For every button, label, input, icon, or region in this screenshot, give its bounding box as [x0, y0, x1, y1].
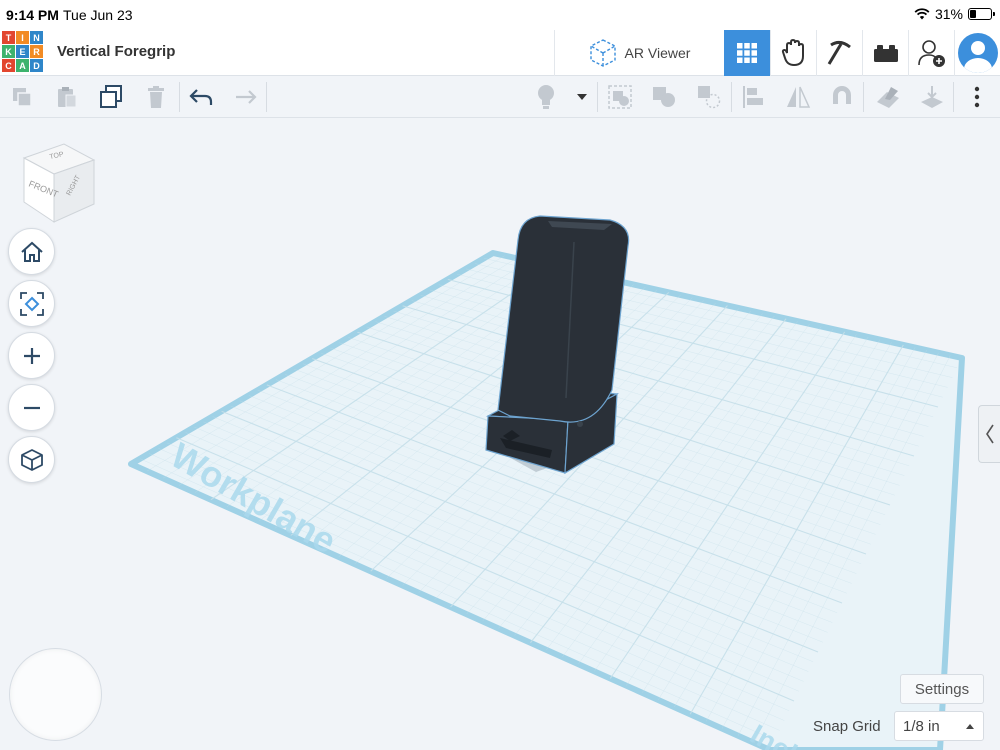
shapes-panel-toggle[interactable] — [978, 405, 1000, 463]
perspective-cube-icon — [20, 448, 43, 471]
trash-icon — [148, 86, 164, 108]
orbit-joystick[interactable] — [9, 648, 102, 741]
more-options-button[interactable] — [963, 83, 991, 111]
ar-cube-icon — [589, 39, 616, 67]
ungroup-button[interactable] — [650, 83, 678, 111]
battery-icon — [968, 8, 995, 20]
view-cube[interactable]: TOP FRONT RIGHT — [20, 140, 98, 224]
3d-design-view-button[interactable] — [724, 30, 770, 76]
pickaxe-icon — [827, 40, 851, 65]
logo-letter: E — [16, 45, 29, 58]
logo-letter: D — [30, 59, 43, 72]
3d-canvas[interactable]: Workplane Inch TOP FRONT RIGHT — [0, 118, 1000, 750]
align-icon — [743, 86, 763, 108]
status-time: 9:14 PM — [6, 7, 59, 23]
bricks-view-button[interactable] — [816, 30, 862, 76]
logo-letter: T — [2, 31, 15, 44]
logo-letter: R — [30, 45, 43, 58]
ruler-drop-icon — [921, 86, 943, 108]
settings-button[interactable]: Settings — [900, 674, 984, 704]
paste-icon — [58, 87, 77, 108]
cruise-button[interactable] — [828, 83, 856, 111]
snap-grid-value: 1/8 in — [903, 717, 940, 735]
undo-button[interactable] — [187, 83, 215, 111]
chevron-left-icon — [985, 424, 994, 444]
battery-percent: 31% — [934, 6, 963, 22]
delete-button[interactable] — [142, 83, 170, 111]
redo-button[interactable] — [231, 83, 259, 111]
logo-letter: K — [2, 45, 15, 58]
redo-icon — [236, 90, 257, 104]
tinkercad-logo[interactable]: TIN KER CAD — [2, 31, 43, 72]
logo-letter: N — [30, 31, 43, 44]
undo-icon — [189, 89, 213, 105]
caret-down-icon — [577, 94, 587, 100]
group-button[interactable] — [606, 83, 634, 111]
copy-button[interactable] — [8, 83, 36, 111]
zoom-out-button[interactable] — [8, 384, 55, 431]
scene: Workplane Inch — [128, 215, 965, 750]
projection-toggle-button[interactable] — [8, 436, 55, 483]
home-icon — [20, 241, 43, 262]
mirror-button[interactable] — [784, 83, 812, 111]
caret-up-icon — [966, 724, 974, 729]
duplicate-button[interactable] — [97, 83, 125, 111]
snap-grid-label: Snap Grid — [813, 718, 881, 735]
light-dropdown-button[interactable] — [568, 83, 596, 111]
status-date: Tue Jun 23 — [63, 7, 133, 23]
paste-button[interactable] — [53, 83, 81, 111]
invite-user-button[interactable] — [908, 30, 954, 76]
grid-icon — [737, 43, 757, 63]
align-button[interactable] — [740, 83, 768, 111]
ar-viewer-label: AR Viewer — [624, 45, 691, 61]
fit-view-button[interactable] — [8, 280, 55, 327]
edit-toolbar — [0, 76, 1000, 118]
status-right: 31% — [914, 6, 995, 22]
add-user-icon — [917, 40, 945, 67]
logo-letter: A — [16, 59, 29, 72]
wifi-icon — [914, 8, 930, 20]
duplicate-icon — [100, 85, 122, 108]
snap-grid-select[interactable]: 1/8 in — [894, 711, 984, 741]
ungroup-icon — [653, 87, 675, 107]
ruler-button[interactable] — [918, 83, 946, 111]
home-view-button[interactable] — [8, 228, 55, 275]
zoom-in-button[interactable] — [8, 332, 55, 379]
logo-letter: I — [16, 31, 29, 44]
status-bar: 9:14 PM Tue Jun 23 31% — [0, 0, 1000, 30]
logo-letter: C — [2, 59, 15, 72]
blocks-view-button[interactable] — [770, 30, 816, 76]
hand-icon — [781, 39, 804, 67]
hole-button[interactable] — [695, 83, 723, 111]
user-avatar-button[interactable] — [954, 30, 1000, 76]
mirror-icon — [787, 86, 811, 108]
avatar — [957, 33, 998, 73]
light-button[interactable] — [532, 83, 560, 111]
ar-viewer-button[interactable]: AR Viewer — [554, 30, 724, 76]
lightbulb-icon — [538, 85, 554, 109]
title-bar: TIN KER CAD Vertical Foregrip AR Viewer — [0, 30, 1000, 76]
plus-icon — [23, 347, 40, 364]
lego-bricks-button[interactable] — [862, 30, 908, 76]
minus-icon — [23, 406, 40, 409]
workplane-button[interactable] — [874, 83, 902, 111]
design-title[interactable]: Vertical Foregrip — [57, 43, 175, 60]
group-icon — [608, 85, 632, 109]
fit-view-icon — [19, 291, 44, 316]
magnet-icon — [833, 86, 851, 104]
more-vertical-icon — [974, 86, 980, 108]
brick-icon — [873, 45, 898, 62]
copy-icon — [13, 88, 32, 107]
hole-icon — [698, 86, 721, 109]
workplane-pencil-icon — [877, 87, 899, 108]
